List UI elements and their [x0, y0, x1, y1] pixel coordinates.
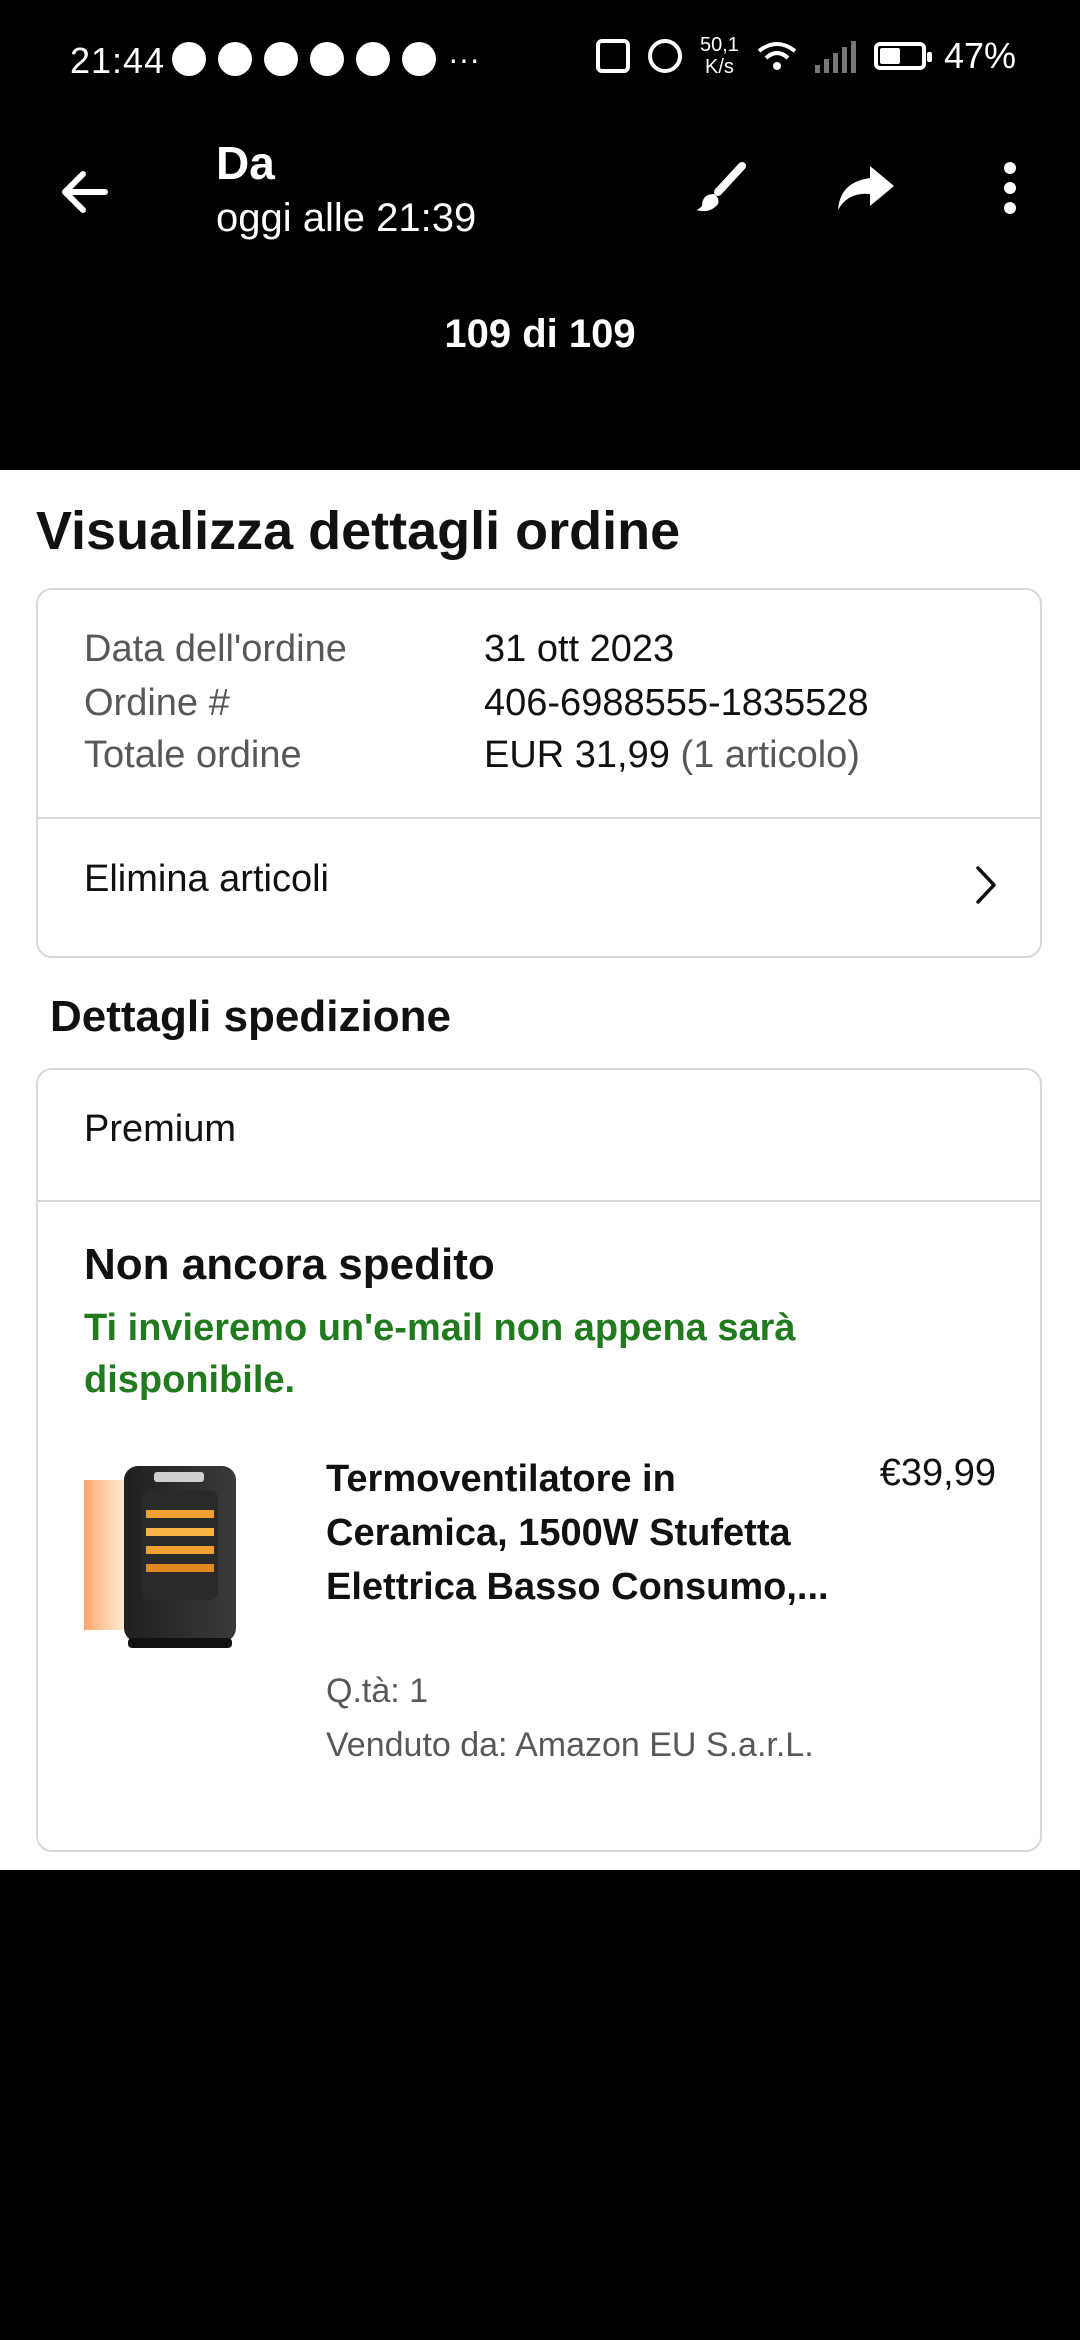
- shipment-status: Non ancora spedito: [84, 1240, 495, 1289]
- order-total-amount: EUR 31,99: [484, 734, 670, 776]
- shipping-service: Premium: [84, 1108, 237, 1150]
- product-seller: Venduto da: Amazon EU S.a.r.L.: [326, 1726, 814, 1764]
- product-title[interactable]: Termoventilatore in Ceramica, 1500W Stuf…: [326, 1452, 846, 1614]
- sent-time: oggi alle 21:39: [216, 196, 477, 240]
- remove-items-link[interactable]: Elimina articoli: [84, 858, 329, 901]
- share-icon[interactable]: [834, 160, 896, 216]
- messenger-icon: [310, 42, 344, 76]
- shipment-card: Premium Non ancora spedito Ti invieremo …: [36, 1068, 1042, 1852]
- signal-icon: [814, 39, 856, 73]
- status-time: 21:44: [70, 40, 166, 81]
- order-total-items: (1 articolo): [680, 734, 860, 776]
- viewer-header: Da oggi alle 21:39 109 di 109: [0, 120, 1080, 470]
- order-details-content: Visualizza dettagli ordine Data dell'ord…: [0, 470, 1080, 1870]
- alarm-icon: [648, 39, 682, 73]
- order-summary-card: Data dell'ordine 31 ott 2023 Ordine # 40…: [36, 588, 1042, 958]
- product-quantity: Q.tà: 1: [326, 1672, 429, 1710]
- sender-title: Da: [216, 137, 275, 189]
- browser-icon: [402, 42, 436, 76]
- wifi-icon: [757, 42, 797, 70]
- back-arrow-icon[interactable]: [55, 162, 115, 222]
- divider: [38, 1200, 1040, 1202]
- nfc-icon: [596, 39, 630, 73]
- shipment-note: Ti invieremo un'e-mail non appena sarà d…: [84, 1307, 796, 1401]
- whatsapp-icon: [264, 42, 298, 76]
- chevron-right-icon[interactable]: [968, 860, 1004, 910]
- network-speed-unit: K/s: [705, 56, 734, 78]
- more-vert-icon[interactable]: [990, 158, 1030, 218]
- brush-icon[interactable]: [690, 158, 750, 218]
- eye-icon: [172, 42, 206, 76]
- divider: [38, 817, 1040, 819]
- battery-percent: 47%: [943, 35, 1016, 76]
- network-speed: 50,1 K/s: [700, 34, 739, 78]
- status-bar: 21:44 ··· 50,1 K/s 47%: [0, 0, 1080, 120]
- network-speed-value: 50,1: [700, 34, 739, 56]
- page-title: Visualizza dettagli ordine: [36, 501, 681, 561]
- product-price: €39,99: [879, 1452, 996, 1494]
- product-image[interactable]: [84, 1450, 244, 1660]
- more-notifications-indicator: ···: [448, 41, 480, 77]
- order-number-label: Ordine #: [84, 682, 230, 724]
- order-total-label: Totale ordine: [84, 734, 302, 776]
- order-date-value: 31 ott 2023: [484, 628, 675, 670]
- order-total-value: EUR 31,99 (1 articolo): [484, 734, 860, 777]
- shipping-section-title: Dettagli spedizione: [50, 992, 451, 1041]
- temu-icon: [356, 42, 390, 76]
- image-counter: 109 di 109: [444, 312, 636, 356]
- order-number-value: 406-6988555-1835528: [484, 682, 869, 724]
- order-date-label: Data dell'ordine: [84, 628, 347, 670]
- system-icons: 50,1 K/s 47%: [596, 34, 1016, 78]
- notification-icons: ···: [172, 42, 480, 76]
- chat-bubble-icon: [218, 42, 252, 76]
- battery-icon: [873, 42, 932, 70]
